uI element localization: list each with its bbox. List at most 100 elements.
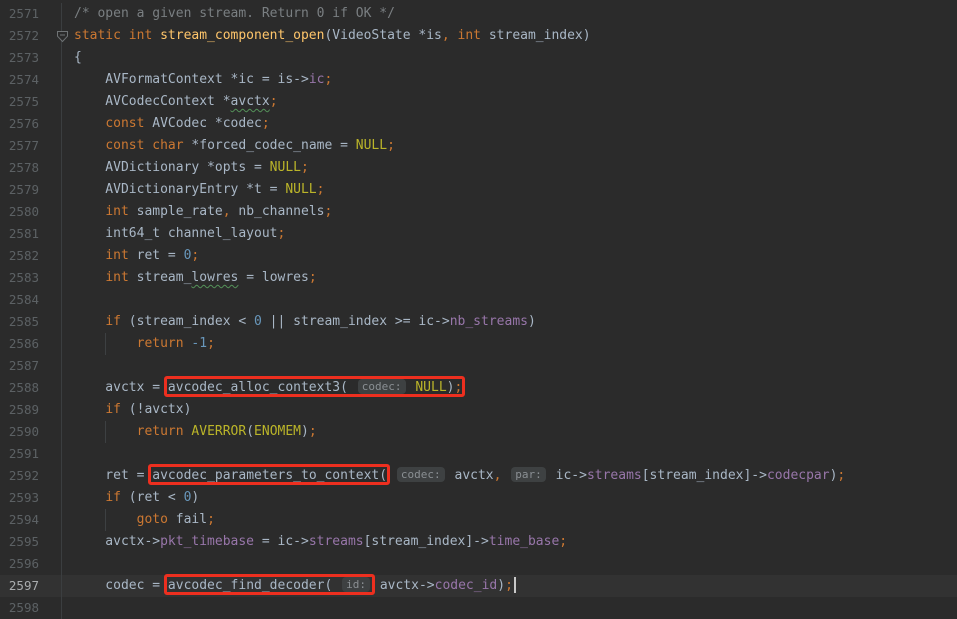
code-token: ;	[278, 226, 286, 241]
code-text: int stream_lowres = lowres;	[62, 267, 957, 289]
line-number[interactable]: 2594	[0, 509, 62, 531]
code-token: )	[191, 490, 199, 505]
code-line-current[interactable]: 2597 codec = avcodec_find_decoder( id: a…	[0, 575, 957, 597]
code-line[interactable]: 2575 AVCodecContext *avctx;	[0, 91, 957, 113]
fold-marker-icon[interactable]	[56, 29, 69, 42]
code-token: ENOMEM	[254, 424, 301, 439]
code-token: ;	[837, 468, 845, 483]
line-number[interactable]: 2572	[0, 25, 62, 47]
code-line[interactable]: 2583 int stream_lowres = lowres;	[0, 267, 957, 289]
code-line[interactable]: 2592 ret = avcodec_parameters_to_context…	[0, 465, 957, 487]
code-line[interactable]: 2582 int ret = 0;	[0, 245, 957, 267]
line-number[interactable]: 2586	[0, 333, 62, 355]
code-token: nb_streams	[450, 314, 528, 329]
inlay-hint: par:	[511, 467, 546, 482]
code-line[interactable]: 2579 AVDictionaryEntry *t = NULL;	[0, 179, 957, 201]
line-number[interactable]: 2583	[0, 267, 62, 289]
code-token: ;	[324, 204, 332, 219]
code-token	[501, 468, 509, 483]
code-line[interactable]: 2585 if (stream_index < 0 || stream_inde…	[0, 311, 957, 333]
line-number[interactable]: 2585	[0, 311, 62, 333]
line-number[interactable]: 2589	[0, 399, 62, 421]
code-token: sample_rate	[129, 204, 223, 219]
line-number[interactable]: 2582	[0, 245, 62, 267]
code-line[interactable]: 2580 int sample_rate, nb_channels;	[0, 201, 957, 223]
code-token: {	[74, 50, 82, 65]
line-number[interactable]: 2576	[0, 113, 62, 135]
line-number[interactable]: 2588	[0, 377, 62, 399]
line-number[interactable]: 2596	[0, 553, 62, 575]
line-number[interactable]: 2579	[0, 179, 62, 201]
code-line[interactable]: 2572static int stream_component_open(Vid…	[0, 25, 957, 47]
code-line[interactable]: 2598	[0, 597, 957, 619]
code-token: ;	[454, 380, 462, 395]
line-number[interactable]: 2587	[0, 355, 62, 377]
code-text: AVDictionary *opts = NULL;	[62, 157, 957, 179]
code-token: stream_component_open	[160, 28, 324, 43]
code-token: (stream_index <	[121, 314, 254, 329]
code-line[interactable]: 2577 const char *forced_codec_name = NUL…	[0, 135, 957, 157]
line-number[interactable]: 2573	[0, 47, 62, 69]
line-number[interactable]: 2575	[0, 91, 62, 113]
code-text	[62, 289, 957, 311]
code-line[interactable]: 2581 int64_t channel_layout;	[0, 223, 957, 245]
code-line[interactable]: 2594 goto fail;	[0, 509, 957, 531]
line-number[interactable]: 2597	[0, 575, 62, 597]
code-token: [stream_index]->	[364, 534, 489, 549]
code-token: if	[105, 402, 121, 417]
code-token: streams	[309, 534, 364, 549]
code-line[interactable]: 2590 return AVERROR(ENOMEM);	[0, 421, 957, 443]
code-line[interactable]: 2573 {	[0, 47, 957, 69]
code-token: return	[137, 336, 184, 351]
code-token: NULL	[285, 182, 316, 197]
code-token: static int	[74, 28, 160, 43]
line-number[interactable]: 2593	[0, 487, 62, 509]
code-text: return -1;	[62, 333, 957, 355]
code-line[interactable]: 2576 const AVCodec *codec;	[0, 113, 957, 135]
code-token: avcodec_alloc_context3(	[168, 380, 348, 395]
code-text: goto fail;	[62, 509, 957, 531]
code-token: ;	[317, 182, 325, 197]
code-line[interactable]: 2593 if (ret < 0)	[0, 487, 957, 509]
line-number[interactable]: 2574	[0, 69, 62, 91]
code-text	[62, 553, 957, 575]
code-text	[62, 443, 957, 465]
line-number[interactable]: 2580	[0, 201, 62, 223]
line-number[interactable]: 2598	[0, 597, 62, 619]
code-line[interactable]: 2574 AVFormatContext *ic = is->ic;	[0, 69, 957, 91]
code-line[interactable]: 2586 return -1;	[0, 333, 957, 355]
code-token: ,	[442, 28, 450, 43]
line-number[interactable]: 2571	[0, 3, 62, 25]
annotation-box: avcodec_find_decoder( id:	[168, 578, 372, 593]
line-number[interactable]: 2591	[0, 443, 62, 465]
code-token: AVERROR	[191, 424, 246, 439]
inlay-hint: codec:	[397, 467, 445, 482]
code-line[interactable]: 2584	[0, 289, 957, 311]
code-line[interactable]: 2589 if (!avctx)	[0, 399, 957, 421]
code-token: avctx	[231, 94, 270, 109]
code-line[interactable]: 2578 AVDictionary *opts = NULL;	[0, 157, 957, 179]
code-token: avcodec_find_decoder(	[168, 578, 332, 593]
code-token: stream_index)	[481, 28, 591, 43]
line-number[interactable]: 2577	[0, 135, 62, 157]
code-token: )	[497, 578, 505, 593]
line-number[interactable]: 2581	[0, 223, 62, 245]
code-token: ;	[270, 94, 278, 109]
line-number[interactable]: 2590	[0, 421, 62, 443]
code-line[interactable]: 2587	[0, 355, 957, 377]
code-line[interactable]: 2591	[0, 443, 957, 465]
code-line[interactable]: 2571/* open a given stream. Return 0 if …	[0, 3, 957, 25]
code-token: codec_id	[435, 578, 498, 593]
line-number[interactable]: 2592	[0, 465, 62, 487]
code-token: || stream_index >= ic->	[262, 314, 450, 329]
code-line[interactable]: 2595 avctx->pkt_timebase = ic->streams[s…	[0, 531, 957, 553]
code-line[interactable]: 2596	[0, 553, 957, 575]
code-text: return AVERROR(ENOMEM);	[62, 421, 957, 443]
line-number[interactable]: 2584	[0, 289, 62, 311]
code-line[interactable]: 2588 avctx = avcodec_alloc_context3( cod…	[0, 377, 957, 399]
line-number[interactable]: 2578	[0, 157, 62, 179]
code-token: (	[246, 424, 254, 439]
annotation-box: avcodec_alloc_context3( codec: NULL);	[168, 380, 462, 395]
code-text: AVFormatContext *ic = is->ic;	[62, 69, 957, 91]
line-number[interactable]: 2595	[0, 531, 62, 553]
